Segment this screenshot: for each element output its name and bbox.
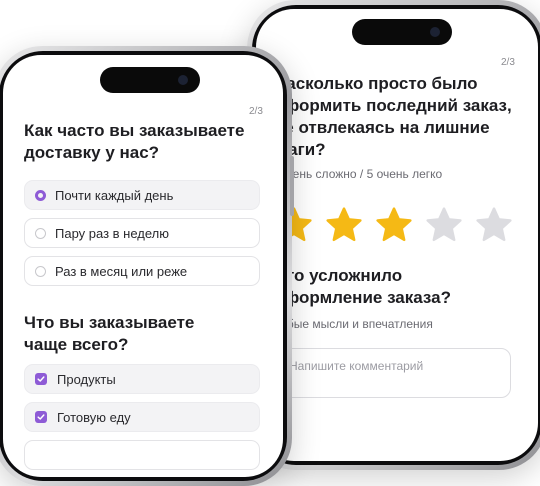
question-line: оформить последний заказ, xyxy=(274,96,512,115)
power-button xyxy=(290,156,294,216)
back-phone-screen: 2/3 Насколько просто было оформить после… xyxy=(256,9,538,461)
option-label: Раз в месяц или реже xyxy=(55,263,188,279)
option-few-times-week[interactable]: Пару раз в неделю xyxy=(24,218,260,248)
question-line: чаще всего? xyxy=(24,335,129,354)
scale-hint: 1 очень сложно / 5 очень легко xyxy=(270,167,443,181)
step-counter: 2/3 xyxy=(501,57,515,68)
option-label: Пару раз в неделю xyxy=(55,225,170,241)
dynamic-island xyxy=(100,67,200,93)
checkbox-ready-meals[interactable]: Готовую еду xyxy=(24,402,260,432)
checkbox-checked-icon xyxy=(35,373,47,385)
question-frequency: Как часто вы заказываете доставку у нас? xyxy=(24,120,274,164)
option-label: Готовую еду xyxy=(57,409,131,425)
camera-icon xyxy=(178,75,188,85)
camera-icon xyxy=(430,27,440,37)
option-label: Продукты xyxy=(57,371,116,387)
option-label: Почти каждый день xyxy=(55,187,174,203)
star-rating[interactable] xyxy=(274,205,524,245)
checkbox-checked-icon xyxy=(35,411,47,423)
option-every-day[interactable]: Почти каждый день xyxy=(24,180,260,210)
question-line: оформление заказа? xyxy=(274,288,451,307)
question-complications: Что усложнило оформление заказа? xyxy=(274,265,534,309)
star-filled-icon[interactable] xyxy=(324,205,364,245)
front-phone-frame: 2/3 Как часто вы заказываете доставку у … xyxy=(0,46,294,486)
question-line: Как часто вы заказываете xyxy=(24,121,245,140)
question-line: Что вы заказываете xyxy=(24,313,195,332)
question-line: доставку у нас? xyxy=(24,143,160,162)
front-phone-screen: 2/3 Как часто вы заказываете доставку у … xyxy=(3,55,283,477)
question-what-order: Что вы заказываете чаще всего? xyxy=(24,312,274,356)
star-filled-icon[interactable] xyxy=(374,205,414,245)
question-line: не отвлекаясь на лишние xyxy=(274,118,490,137)
star-empty-icon[interactable] xyxy=(474,205,514,245)
checkbox-groceries[interactable]: Продукты xyxy=(24,364,260,394)
question-line: Что усложнило xyxy=(274,266,403,285)
question-line: шаги? xyxy=(274,140,326,159)
step-counter: 2/3 xyxy=(249,106,263,117)
comment-hint: Любые мысли и впечатления xyxy=(270,317,433,331)
radio-icon xyxy=(35,265,46,277)
question-rating: Насколько просто было оформить последний… xyxy=(274,73,534,161)
radio-selected-icon xyxy=(35,189,46,201)
question-line: Насколько просто было xyxy=(274,74,478,93)
checkbox-next-option[interactable] xyxy=(24,440,260,470)
dynamic-island xyxy=(352,19,452,45)
radio-icon xyxy=(35,227,46,239)
comment-input[interactable]: Напишите комментарий xyxy=(276,348,511,398)
star-empty-icon[interactable] xyxy=(424,205,464,245)
option-monthly[interactable]: Раз в месяц или реже xyxy=(24,256,260,286)
